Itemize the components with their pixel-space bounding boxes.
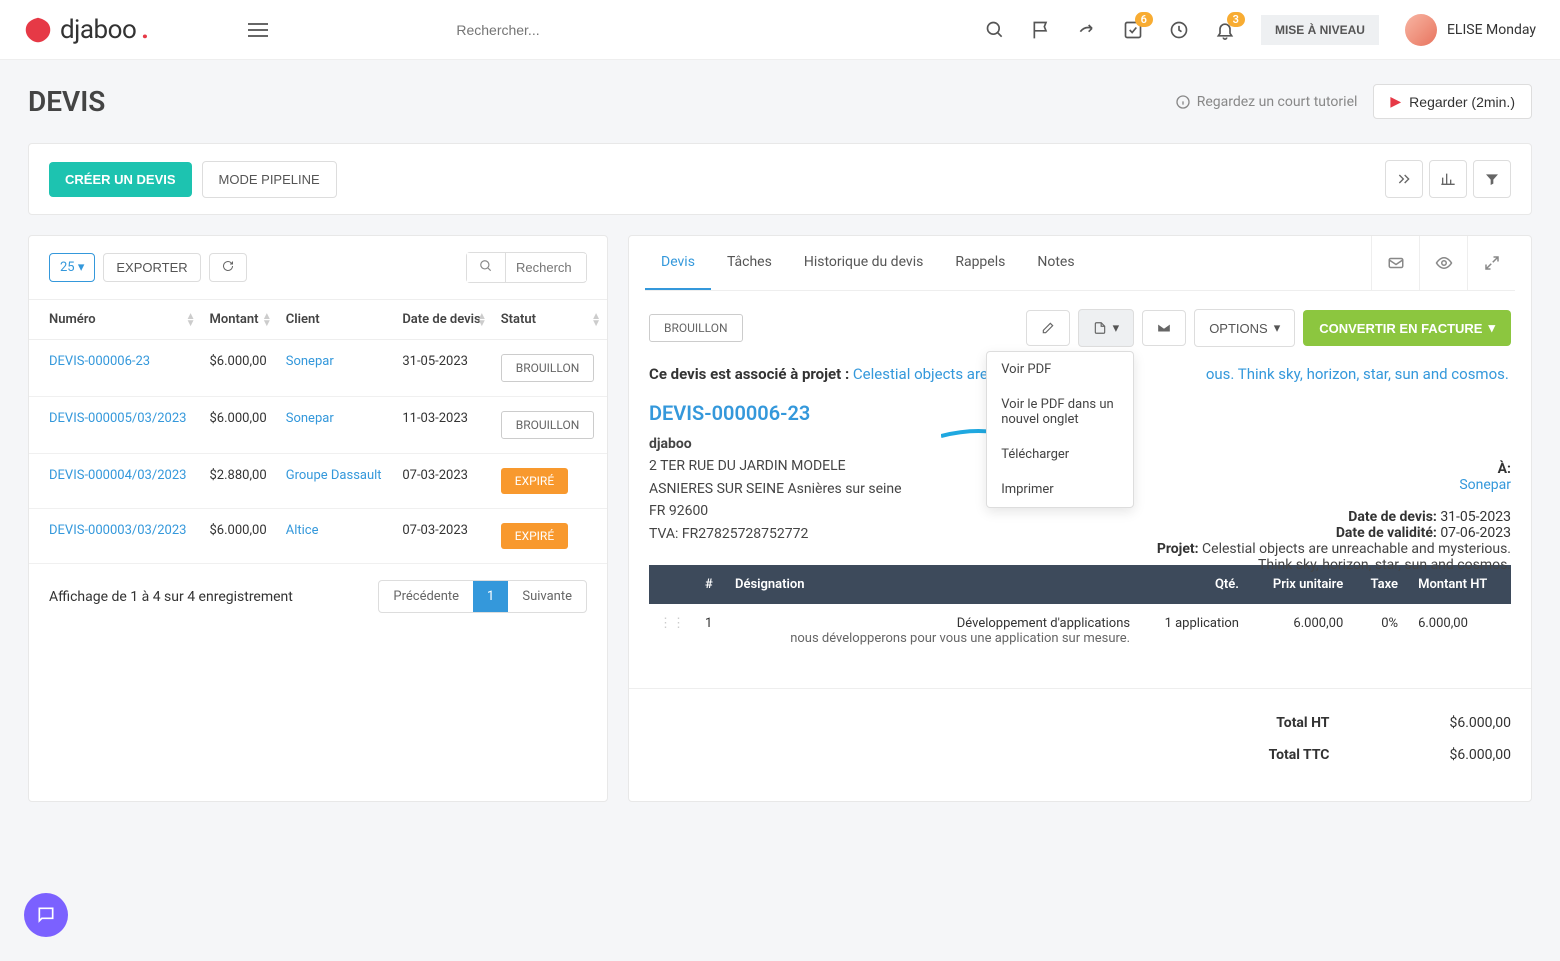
brand-logo[interactable]: djaboo. <box>24 15 148 45</box>
totals-block: Total HT$6.000,00 Total TTC$6.000,00 <box>629 688 1531 801</box>
avatar <box>1405 14 1437 46</box>
status-badge: EXPIRÉ <box>501 523 568 549</box>
edit-button[interactable] <box>1026 310 1070 346</box>
tab-taches[interactable]: Tâches <box>711 236 788 290</box>
global-search[interactable] <box>448 14 948 46</box>
mail-icon[interactable] <box>1371 236 1419 290</box>
share-icon[interactable] <box>1077 20 1097 40</box>
tasks-badge: 6 <box>1135 12 1153 27</box>
tab-rappels[interactable]: Rappels <box>939 236 1021 290</box>
pagination[interactable]: Précédente 1 Suivante <box>378 580 587 613</box>
chat-fab[interactable] <box>24 893 68 937</box>
chat-icon <box>36 905 56 925</box>
col-date[interactable]: Date de devis▲▼ <box>394 300 492 340</box>
pipeline-mode-button[interactable]: MODE PIPELINE <box>202 161 337 198</box>
quote-link[interactable]: DEVIS-000003/03/2023 <box>49 523 186 538</box>
bell-icon[interactable]: 3 <box>1215 20 1235 40</box>
table-row[interactable]: DEVIS-000004/03/2023$2.880,00Groupe Dass… <box>29 454 607 509</box>
items-table: # Désignation Qté. Prix unitaire Taxe Mo… <box>649 565 1511 658</box>
info-icon <box>1175 94 1191 110</box>
page-next[interactable]: Suivante <box>508 581 586 612</box>
eye-icon[interactable] <box>1419 236 1467 290</box>
table-search-icon[interactable] <box>467 253 506 282</box>
refresh-button[interactable] <box>209 253 247 282</box>
flag-icon[interactable] <box>1031 20 1051 40</box>
table-row[interactable]: DEVIS-000005/03/2023$6.000,00Sonepar11-0… <box>29 397 607 454</box>
draft-badge: BROUILLON <box>649 314 743 342</box>
status-badge: EXPIRÉ <box>501 468 568 494</box>
tab-history[interactable]: Historique du devis <box>788 236 940 290</box>
username: ELISE Monday <box>1447 22 1536 38</box>
convert-invoice-button[interactable]: CONVERTIR EN FACTURE ▾ <box>1303 310 1511 346</box>
page-current[interactable]: 1 <box>473 581 508 612</box>
pdf-dropdown-menu: Voir PDF Voir le PDF dans un nouvel ongl… <box>986 351 1134 508</box>
page-prev[interactable]: Précédente <box>379 581 473 612</box>
export-button[interactable]: EXPORTER <box>103 253 200 282</box>
filter-icon[interactable] <box>1473 160 1511 198</box>
tab-notes[interactable]: Notes <box>1021 236 1090 290</box>
col-num[interactable]: Numéro▲▼ <box>29 300 202 340</box>
search-icon[interactable] <box>985 20 1005 40</box>
meta-client-link[interactable]: Sonepar <box>1131 477 1511 493</box>
menu-toggle-icon[interactable] <box>248 19 268 41</box>
quote-meta: À: Sonepar Date de devis: 31-05-2023 Dat… <box>1131 461 1511 573</box>
client-link[interactable]: Altice <box>286 523 319 538</box>
status-badge: BROUILLON <box>501 411 595 439</box>
pdf-view-tab[interactable]: Voir le PDF dans un nouvel onglet <box>987 387 1133 437</box>
client-link[interactable]: Groupe Dassault <box>286 468 382 483</box>
pdf-download[interactable]: Télécharger <box>987 437 1133 472</box>
expand-icon[interactable] <box>1467 236 1515 290</box>
chart-icon[interactable] <box>1429 160 1467 198</box>
create-quote-button[interactable]: CRÉER UN DEVIS <box>49 162 192 197</box>
topbar: djaboo. 6 3 MISE À NIVEAU ELISE Monday <box>0 0 1560 60</box>
logo-icon <box>24 16 52 44</box>
page-title: DEVIS <box>28 85 105 118</box>
pdf-dropdown-button[interactable]: ▾ <box>1078 309 1135 347</box>
table-footer-text: Affichage de 1 à 4 sur 4 enregistrement <box>49 589 293 605</box>
client-link[interactable]: Sonepar <box>286 354 334 369</box>
table-row[interactable]: DEVIS-000006-23$6.000,00Sonepar31-05-202… <box>29 340 607 397</box>
col-client[interactable]: Client <box>278 300 395 340</box>
watch-tutorial-button[interactable]: ▶Regarder (2min.) <box>1373 84 1532 119</box>
drag-handle-icon[interactable]: ⋮⋮ <box>659 616 685 631</box>
assoc-project-link[interactable]: Celestial objects are u <box>853 365 1000 383</box>
profile-menu[interactable]: ELISE Monday <box>1405 14 1536 46</box>
tab-devis[interactable]: Devis <box>645 236 711 290</box>
item-row: ⋮⋮ 1 Développement d'applicationsnous dé… <box>649 604 1511 658</box>
send-mail-button[interactable] <box>1142 310 1186 346</box>
col-status[interactable]: Statut▲▼ <box>493 300 607 340</box>
col-amount[interactable]: Montant▲▼ <box>202 300 278 340</box>
pdf-print[interactable]: Imprimer <box>987 472 1133 507</box>
quote-link[interactable]: DEVIS-000006-23 <box>49 354 150 369</box>
search-input[interactable] <box>448 14 948 46</box>
status-badge: BROUILLON <box>501 354 595 382</box>
tasks-icon[interactable]: 6 <box>1123 20 1143 40</box>
options-button[interactable]: OPTIONS ▾ <box>1194 309 1295 347</box>
quote-link[interactable]: DEVIS-000004/03/2023 <box>49 468 186 483</box>
client-link[interactable]: Sonepar <box>286 411 334 426</box>
pdf-view[interactable]: Voir PDF <box>987 352 1133 387</box>
upgrade-button[interactable]: MISE À NIVEAU <box>1261 15 1379 45</box>
more-icon[interactable] <box>1385 160 1423 198</box>
table-row[interactable]: DEVIS-000003/03/2023$6.000,00Altice07-03… <box>29 509 607 564</box>
notif-badge: 3 <box>1227 12 1245 27</box>
brand-text: djaboo <box>60 15 136 45</box>
tutorial-link[interactable]: Regardez un court tutoriel <box>1175 94 1358 110</box>
page-size-select[interactable]: 25 ▾ <box>49 253 95 282</box>
clock-icon[interactable] <box>1169 20 1189 40</box>
quotes-table: Numéro▲▼ Montant▲▼ Client Date de devis▲… <box>29 299 607 564</box>
table-search-input[interactable] <box>506 254 586 281</box>
quote-link[interactable]: DEVIS-000005/03/2023 <box>49 411 186 426</box>
